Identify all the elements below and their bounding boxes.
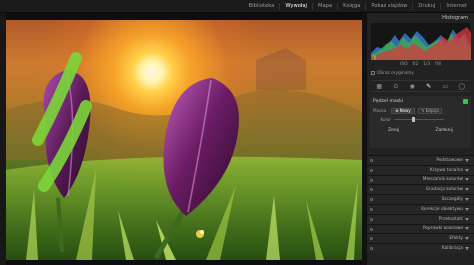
reset-button[interactable]: Zeruj bbox=[384, 127, 403, 134]
mask-title-row: Pędzel maski bbox=[370, 96, 471, 106]
mask-mode-label: Maska bbox=[373, 108, 387, 113]
section-switch[interactable] bbox=[370, 227, 373, 231]
readout-fstop: f/8 bbox=[435, 62, 441, 67]
module-map[interactable]: Mapa bbox=[311, 3, 337, 10]
section-label: Kalibracja bbox=[441, 246, 463, 252]
section-lens-corrections[interactable]: Korekcje obiektywu bbox=[367, 203, 474, 214]
expand-icon bbox=[465, 188, 469, 192]
develop-panel: Histogram ISO f/2 1/3 f/8 Obraz oryginal… bbox=[366, 13, 474, 265]
mask-color-row: Kolor bbox=[370, 115, 471, 124]
section-color-grading[interactable]: Gradacja kolorów bbox=[367, 184, 474, 195]
close-button[interactable]: Zamknij bbox=[432, 127, 457, 134]
section-color-mixer[interactable]: Mieszalnik kolorów bbox=[367, 174, 474, 185]
mask-color-slider[interactable] bbox=[394, 117, 444, 122]
brush-icon[interactable]: ✎ bbox=[424, 82, 434, 90]
section-label: Krzywa tonalna bbox=[429, 167, 463, 173]
expand-icon bbox=[465, 158, 469, 162]
expand-icon bbox=[465, 198, 469, 202]
section-switch[interactable] bbox=[370, 217, 373, 221]
section-effects[interactable]: Efekty bbox=[367, 233, 474, 244]
expand-icon bbox=[465, 207, 469, 211]
section-label: Mieszalnik kolorów bbox=[422, 177, 463, 183]
module-web[interactable]: Internet bbox=[440, 3, 472, 10]
photo-canvas[interactable] bbox=[6, 13, 362, 265]
section-switch[interactable] bbox=[370, 168, 373, 172]
section-label: Efekty bbox=[449, 236, 463, 242]
section-detail[interactable]: Szczegóły bbox=[367, 194, 474, 204]
develop-sections: Podstawowe Krzywa tonalna Mieszalnik kol… bbox=[367, 155, 474, 253]
section-switch[interactable] bbox=[370, 237, 373, 241]
readout-iso: ISO bbox=[400, 62, 408, 67]
spot-heal-icon[interactable]: ⊙ bbox=[391, 82, 401, 90]
module-print[interactable]: Drukuj bbox=[412, 3, 440, 10]
expand-icon bbox=[465, 217, 469, 221]
histogram-readout: ISO f/2 1/3 f/8 bbox=[371, 61, 470, 68]
section-calibration[interactable]: Kalibracja bbox=[367, 243, 474, 253]
show-original-toggle[interactable]: Obraz oryginalny bbox=[371, 69, 470, 77]
mask-color-label: Kolor bbox=[380, 117, 391, 122]
mask-toggle[interactable] bbox=[463, 98, 468, 104]
section-tone-curve[interactable]: Krzywa tonalna bbox=[367, 164, 474, 175]
expand-icon bbox=[465, 178, 469, 182]
module-book[interactable]: Księga bbox=[337, 3, 365, 10]
module-bar: Biblioteka Wywołaj Mapa Księga Pokaz sla… bbox=[0, 0, 474, 13]
module-picker: Biblioteka Wywołaj Mapa Księga Pokaz sla… bbox=[244, 0, 472, 13]
expand-icon bbox=[465, 227, 469, 231]
section-label: Poprawki kolorowe bbox=[422, 226, 463, 232]
mask-edit-label: Edycja bbox=[425, 108, 439, 113]
expand-icon bbox=[465, 237, 469, 241]
section-label: Gradacja kolorów bbox=[425, 187, 463, 193]
crop-icon[interactable]: ▦ bbox=[374, 82, 384, 90]
mask-mode-switch: ⊕ Nowy ✎ Edycja bbox=[391, 107, 442, 114]
module-library[interactable]: Biblioteka bbox=[244, 3, 280, 10]
histogram-title: Histogram bbox=[442, 15, 468, 21]
mask-color-knob[interactable] bbox=[412, 117, 415, 122]
mask-new-label: Nowy bbox=[399, 108, 411, 113]
mask-mode-row: Maska ⊕ Nowy ✎ Edycja bbox=[370, 106, 471, 115]
show-original-label: Obraz oryginalny bbox=[377, 70, 414, 76]
photo-content bbox=[6, 48, 362, 260]
readout-aperture: f/2 bbox=[412, 62, 419, 67]
section-switch[interactable] bbox=[370, 188, 373, 192]
section-switch[interactable] bbox=[370, 159, 373, 162]
mask-brush-panel: Pędzel maski Maska ⊕ Nowy ✎ Edycja Kolor bbox=[370, 96, 471, 148]
mask-edit-icon: ✎ bbox=[421, 108, 425, 113]
mask-new-icon: ⊕ bbox=[395, 108, 399, 113]
section-label: Korekcje obiektywu bbox=[421, 206, 463, 212]
module-develop[interactable]: Wywołaj bbox=[279, 3, 312, 10]
expand-icon bbox=[465, 168, 469, 172]
redeye-icon[interactable]: ◉ bbox=[407, 82, 417, 90]
mask-new-button[interactable]: ⊕ Nowy bbox=[391, 107, 415, 114]
graduated-filter-icon[interactable]: ▭ bbox=[440, 82, 450, 90]
module-slideshow[interactable]: Pokaz slajdów bbox=[365, 3, 412, 10]
histogram[interactable] bbox=[371, 23, 471, 60]
section-label: Podstawowe bbox=[436, 157, 463, 163]
section-switch[interactable] bbox=[370, 178, 373, 182]
mask-actions: Zeruj Zamknij bbox=[370, 124, 471, 136]
section-basic[interactable]: Podstawowe bbox=[367, 155, 474, 165]
section-switch[interactable] bbox=[370, 247, 373, 251]
histogram-graph bbox=[371, 27, 471, 60]
mask-title: Pędzel maski bbox=[373, 98, 404, 104]
radial-filter-icon[interactable]: ◯ bbox=[457, 82, 467, 90]
section-label: Przekształć bbox=[438, 216, 463, 222]
show-original-checkbox[interactable] bbox=[371, 71, 375, 75]
histogram-header[interactable]: Histogram bbox=[367, 13, 474, 23]
section-switch[interactable] bbox=[370, 198, 373, 202]
tool-strip: ▦ ⊙ ◉ ✎ ▭ ◯ bbox=[371, 80, 470, 92]
readout-shutter: 1/3 bbox=[423, 62, 431, 67]
photo-image[interactable] bbox=[6, 20, 362, 260]
expand-icon bbox=[465, 247, 469, 251]
section-switch[interactable] bbox=[370, 207, 373, 211]
section-transform[interactable]: Przekształć bbox=[367, 213, 474, 224]
section-color-fixes[interactable]: Poprawki kolorowe bbox=[367, 223, 474, 234]
mask-edit-button[interactable]: ✎ Edycja bbox=[418, 107, 442, 114]
section-label: Szczegóły bbox=[441, 197, 463, 203]
